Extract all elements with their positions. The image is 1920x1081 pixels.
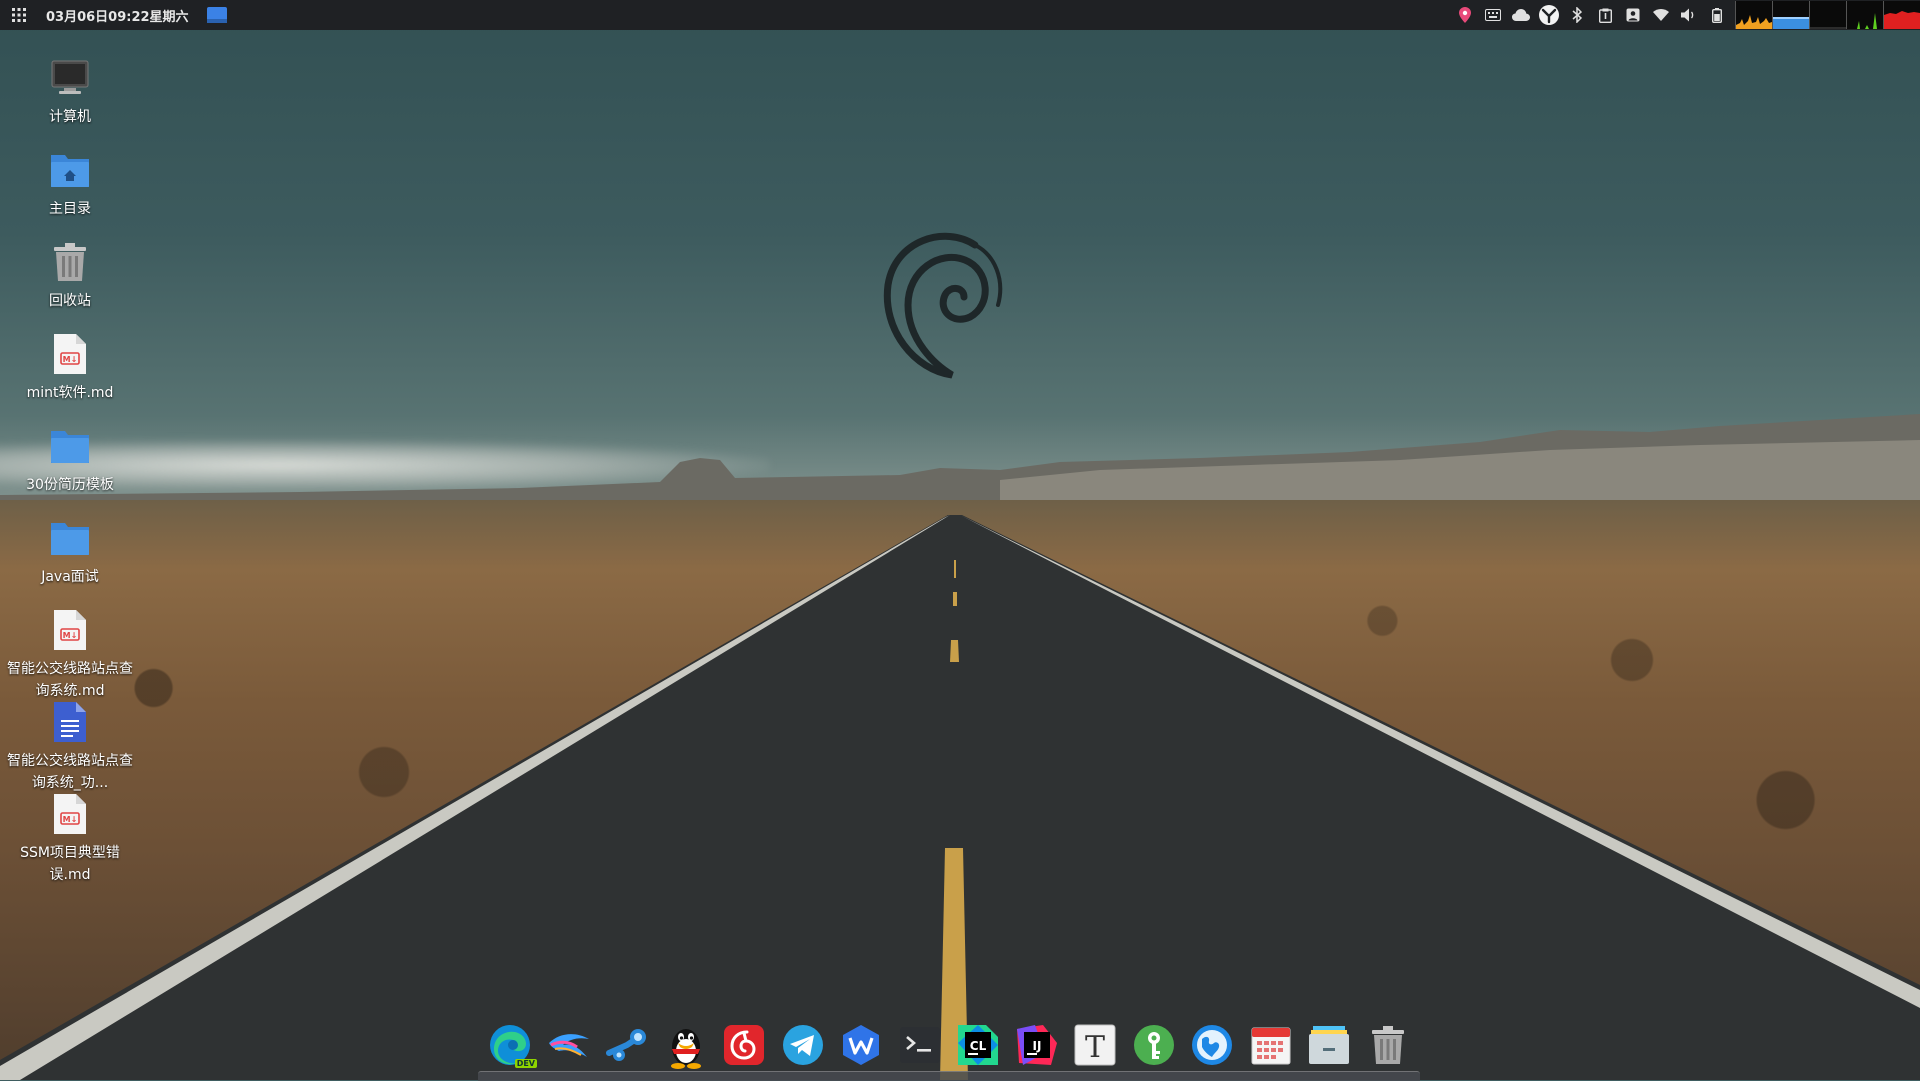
desktop-item-trash[interactable]: 回收站: [0, 238, 140, 312]
typora-text: T: [1085, 1030, 1105, 1065]
folder-icon: [46, 422, 94, 470]
desktop-item-label: 主目录: [49, 201, 91, 217]
qq-icon[interactable]: [661, 1020, 711, 1070]
edge-dev-icon[interactable]: DEV: [485, 1020, 537, 1070]
desktop-wallpaper: [0, 0, 1920, 1080]
battery-icon[interactable]: [1703, 0, 1731, 30]
workspace-icon[interactable]: [206, 7, 227, 23]
desktop-item-label: 30份简历模板: [26, 477, 114, 493]
cpu-graph: [1735, 1, 1772, 29]
clock[interactable]: 03月06日09:22星期六: [46, 6, 189, 25]
intellij-text: IJ: [1032, 1039, 1041, 1053]
desktop-item-home[interactable]: 主目录: [0, 146, 140, 220]
disk-graph: [1846, 1, 1883, 29]
typora-icon[interactable]: T: [1070, 1020, 1120, 1070]
network-graph: [1809, 1, 1846, 29]
map-pin-icon[interactable]: [1451, 0, 1479, 30]
debian-swirl-logo: [883, 232, 1003, 379]
clipboard-icon[interactable]: [1591, 0, 1619, 30]
bluetooth-icon[interactable]: [1563, 0, 1591, 30]
steam-icon[interactable]: [602, 1020, 652, 1070]
kali-dragon-icon[interactable]: [544, 1020, 594, 1070]
desktop-item-bus-doc[interactable]: 智能公交线路站点查询系统_功...: [0, 698, 140, 794]
system-tray: [1451, 0, 1920, 30]
keyring-icon[interactable]: [1129, 1020, 1179, 1070]
account-icon[interactable]: [1619, 0, 1647, 30]
computer-icon: [46, 54, 94, 102]
desktop-item-bus-md[interactable]: M↓ 智能公交线路站点查询系统.md: [0, 606, 140, 702]
document-icon: [46, 698, 94, 746]
desktop-item-label: 智能公交线路站点查询系统_功...: [7, 753, 133, 791]
desktop-item-computer[interactable]: 计算机: [0, 54, 140, 128]
svg-text:M↓: M↓: [63, 631, 78, 640]
clion-icon[interactable]: CL: [953, 1020, 1003, 1070]
wps-icon[interactable]: [836, 1020, 886, 1070]
desktop-item-mint-md[interactable]: M↓ mint软件.md: [0, 330, 140, 404]
desktop-item-ssm-md[interactable]: M↓ SSM项目典型错误.md: [0, 790, 140, 886]
markdown-file-icon: M↓: [46, 606, 94, 654]
markdown-file-icon: M↓: [46, 790, 94, 838]
trash-icon: [46, 238, 94, 286]
intellij-icon[interactable]: IJ: [1012, 1020, 1062, 1070]
desktop-item-label: 回收站: [49, 293, 91, 309]
top-panel: 03月06日09:22星期六: [0, 0, 1920, 30]
terminal-icon[interactable]: [895, 1020, 945, 1070]
dock: DEV CL IJ T: [480, 1010, 1418, 1080]
desktop-item-label: mint软件.md: [26, 385, 114, 401]
desktop-item-resume-folder[interactable]: 30份简历模板: [0, 422, 140, 496]
keyboard-icon[interactable]: [1479, 0, 1507, 30]
browser-globe-icon[interactable]: [1187, 1020, 1237, 1070]
desktop-item-label: 智能公交线路站点查询系统.md: [7, 661, 133, 699]
netease-music-icon[interactable]: [719, 1020, 769, 1070]
desktop-item-label: Java面试: [41, 569, 99, 585]
home-folder-icon: [46, 146, 94, 194]
svg-text:M↓: M↓: [63, 355, 78, 364]
volume-icon[interactable]: [1675, 0, 1703, 30]
file-manager-icon[interactable]: [1304, 1020, 1354, 1070]
calendar-icon[interactable]: [1246, 1020, 1296, 1070]
desktop-item-label: 计算机: [49, 109, 91, 125]
wifi-icon[interactable]: [1647, 0, 1675, 30]
telegram-icon[interactable]: [778, 1020, 828, 1070]
cloud-icon[interactable]: [1507, 0, 1535, 30]
dev-badge: DEV: [514, 1059, 537, 1068]
svg-text:M↓: M↓: [63, 815, 78, 824]
yingwu-icon[interactable]: [1535, 0, 1563, 30]
memory-graph: [1772, 1, 1809, 29]
markdown-file-icon: M↓: [46, 330, 94, 378]
desktop-item-java-folder[interactable]: Java面试: [0, 514, 140, 588]
grid-icon[interactable]: [0, 0, 38, 30]
system-monitor[interactable]: [1735, 0, 1920, 30]
desktop-item-label: SSM项目典型错误.md: [20, 845, 120, 883]
folder-icon: [46, 514, 94, 562]
trash-icon[interactable]: [1363, 1020, 1413, 1070]
load-graph: [1883, 1, 1920, 29]
clion-text: CL: [970, 1039, 987, 1053]
